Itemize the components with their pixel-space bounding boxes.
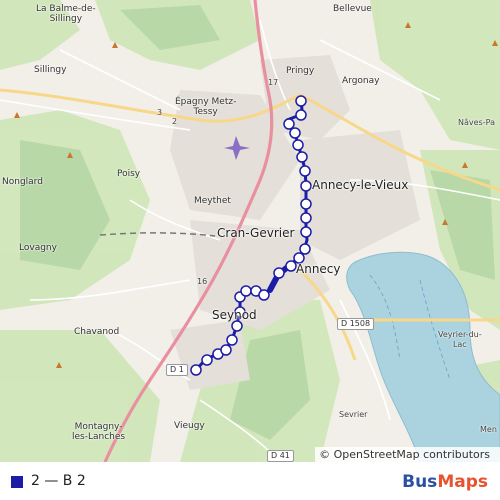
brand-part-2: Maps xyxy=(437,472,488,492)
place-label-meythet: Meythet xyxy=(194,196,231,206)
place-label-chavanod: Chavanod xyxy=(74,327,120,337)
road-shield-d41: D 41 xyxy=(267,450,294,462)
place-label-lovagny: Lovagny xyxy=(19,243,57,253)
place-label-la-balme: La Balme-de- Sillingy xyxy=(36,4,96,24)
route-color-swatch xyxy=(11,476,23,488)
place-label-vieugy: Vieugy xyxy=(174,421,205,431)
place-label-pringy: Pringy xyxy=(286,66,315,76)
road-number-2: 2 xyxy=(172,117,178,126)
place-label-nonglard: Nonglard xyxy=(2,177,43,187)
place-label-seynod: Seynod xyxy=(212,308,257,322)
map-view[interactable]: La Balme-de- Sillingy Bellevue Sillingy … xyxy=(0,0,500,462)
place-label-argonay: Argonay xyxy=(342,76,380,86)
place-label-cran-gevrier: Cran-Gevrier xyxy=(217,226,295,240)
place-label-bellevue: Bellevue xyxy=(333,4,372,14)
place-label-montagny: Montagny- les-Lanches xyxy=(72,422,126,442)
road-shield-d1508: D 1508 xyxy=(337,318,375,330)
place-label-naves: Nâves-Pa xyxy=(458,118,495,127)
road-number-16: 16 xyxy=(197,277,208,286)
road-number-17: 17 xyxy=(268,78,279,87)
place-label-sevrier: Sevrier xyxy=(339,410,368,419)
place-label-epagny: Épagny Metz- Tessy xyxy=(175,97,237,117)
place-label-sillingy: Sillingy xyxy=(34,65,67,75)
place-label-men: Men xyxy=(480,425,497,434)
map-attribution[interactable]: © OpenStreetMap contributors xyxy=(315,447,500,462)
route-label: 2 — B 2 xyxy=(31,473,86,489)
place-label-veyrier: Veyrier-du- Lac xyxy=(438,330,482,349)
brand-part-1: Bus xyxy=(402,472,438,492)
place-label-annecy: Annecy xyxy=(296,262,341,276)
road-number-3: 3 xyxy=(157,108,163,117)
road-shield-d1: D 1 xyxy=(166,364,188,376)
legend-bar: 2 — B 2 BusMaps xyxy=(0,462,500,500)
place-label-poisy: Poisy xyxy=(117,169,141,179)
place-label-annecy-le-vieux: Annecy-le-Vieux xyxy=(312,178,409,192)
busmaps-logo[interactable]: BusMaps xyxy=(402,472,488,492)
